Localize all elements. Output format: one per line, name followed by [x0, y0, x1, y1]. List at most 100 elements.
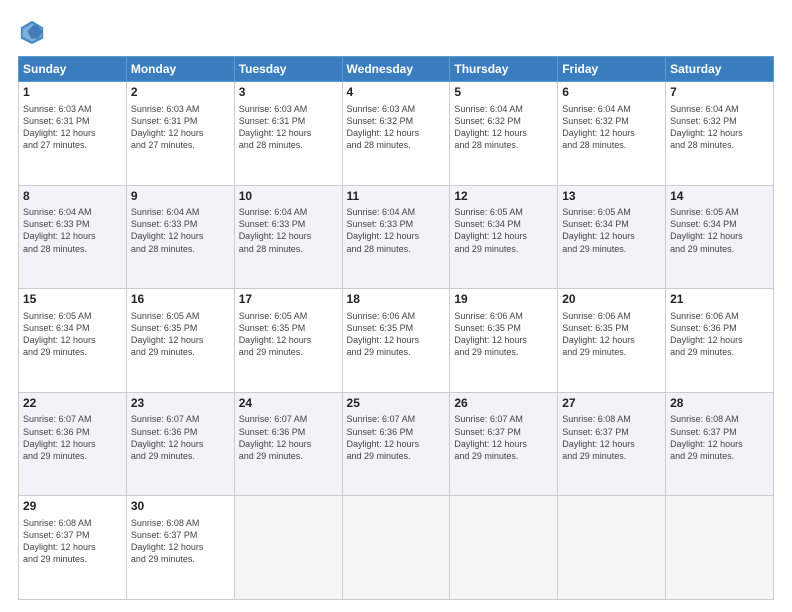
day-info: Sunrise: 6:03 AMSunset: 6:31 PMDaylight:…	[239, 103, 338, 152]
day-info: Sunrise: 6:06 AMSunset: 6:35 PMDaylight:…	[347, 310, 446, 359]
calendar-cell: 24Sunrise: 6:07 AMSunset: 6:36 PMDayligh…	[234, 392, 342, 496]
calendar-cell: 20 Sunrise: 6:06 AMSunset: 6:35 PMDayligh…	[558, 289, 666, 393]
calendar-cell: 16 Sunrise: 6:05 AMSunset: 6:35 PMDayligh…	[126, 289, 234, 393]
calendar-cell: 26Sunrise: 6:07 AMSunset: 6:37 PMDayligh…	[450, 392, 558, 496]
day-number: 18	[347, 292, 446, 308]
calendar-cell: 22Sunrise: 6:07 AMSunset: 6:36 PMDayligh…	[19, 392, 127, 496]
day-info: Sunrise: 6:07 AMSunset: 6:37 PMDaylight:…	[454, 413, 553, 462]
calendar-cell: 10Sunrise: 6:04 AMSunset: 6:33 PMDayligh…	[234, 185, 342, 289]
day-info: Sunrise: 6:05 AMSunset: 6:34 PMDaylight:…	[562, 206, 661, 255]
day-info: Sunrise: 6:04 AMSunset: 6:33 PMDaylight:…	[23, 206, 122, 255]
day-number: 17	[239, 292, 338, 308]
weekday-header-wednesday: Wednesday	[342, 57, 450, 82]
day-number: 6	[562, 85, 661, 101]
day-info: Sunrise: 6:06 AMSunset: 6:35 PMDaylight:…	[562, 310, 661, 359]
day-number: 12	[454, 189, 553, 205]
day-info: Sunrise: 6:04 AMSunset: 6:32 PMDaylight:…	[454, 103, 553, 152]
day-number: 16	[131, 292, 230, 308]
calendar-cell: 27Sunrise: 6:08 AMSunset: 6:37 PMDayligh…	[558, 392, 666, 496]
calendar-cell: 2 Sunrise: 6:03 AMSunset: 6:31 PMDaylight…	[126, 82, 234, 186]
day-number: 28	[670, 396, 769, 412]
day-number: 15	[23, 292, 122, 308]
day-number: 29	[23, 499, 122, 515]
calendar-cell: 9Sunrise: 6:04 AMSunset: 6:33 PMDaylight…	[126, 185, 234, 289]
calendar-cell: 29 Sunrise: 6:08 AMSunset: 6:37 PMDayligh…	[19, 496, 127, 600]
day-number: 25	[347, 396, 446, 412]
day-info: Sunrise: 6:08 AMSunset: 6:37 PMDaylight:…	[23, 517, 122, 566]
day-info: Sunrise: 6:05 AMSunset: 6:34 PMDaylight:…	[23, 310, 122, 359]
day-number: 5	[454, 85, 553, 101]
weekday-header-row: SundayMondayTuesdayWednesdayThursdayFrid…	[19, 57, 774, 82]
day-info: Sunrise: 6:03 AMSunset: 6:31 PMDaylight:…	[23, 103, 122, 152]
calendar-cell: 6 Sunrise: 6:04 AMSunset: 6:32 PMDaylight…	[558, 82, 666, 186]
calendar-cell: 1Sunrise: 6:03 AMSunset: 6:31 PMDaylight…	[19, 82, 127, 186]
day-number: 3	[239, 85, 338, 101]
day-number: 8	[23, 189, 122, 205]
weekday-header-thursday: Thursday	[450, 57, 558, 82]
day-number: 27	[562, 396, 661, 412]
weekday-header-friday: Friday	[558, 57, 666, 82]
day-info: Sunrise: 6:07 AMSunset: 6:36 PMDaylight:…	[347, 413, 446, 462]
day-info: Sunrise: 6:04 AMSunset: 6:32 PMDaylight:…	[670, 103, 769, 152]
day-info: Sunrise: 6:04 AMSunset: 6:33 PMDaylight:…	[347, 206, 446, 255]
day-number: 23	[131, 396, 230, 412]
week-row-4: 22 Sunrise: 6:07 AMSunset: 6:36 PMDayligh…	[19, 392, 774, 496]
calendar-cell: 4 Sunrise: 6:03 AMSunset: 6:32 PMDaylight…	[342, 82, 450, 186]
calendar-cell	[558, 496, 666, 600]
calendar-cell: 11Sunrise: 6:04 AMSunset: 6:33 PMDayligh…	[342, 185, 450, 289]
day-info: Sunrise: 6:05 AMSunset: 6:35 PMDaylight:…	[239, 310, 338, 359]
day-number: 22	[23, 396, 122, 412]
day-info: Sunrise: 6:07 AMSunset: 6:36 PMDaylight:…	[239, 413, 338, 462]
day-info: Sunrise: 6:03 AMSunset: 6:32 PMDaylight:…	[347, 103, 446, 152]
calendar-cell: 25Sunrise: 6:07 AMSunset: 6:36 PMDayligh…	[342, 392, 450, 496]
day-info: Sunrise: 6:04 AMSunset: 6:32 PMDaylight:…	[562, 103, 661, 152]
day-number: 9	[131, 189, 230, 205]
day-info: Sunrise: 6:04 AMSunset: 6:33 PMDaylight:…	[239, 206, 338, 255]
day-number: 13	[562, 189, 661, 205]
calendar-cell	[666, 496, 774, 600]
calendar-cell	[450, 496, 558, 600]
calendar-cell: 28Sunrise: 6:08 AMSunset: 6:37 PMDayligh…	[666, 392, 774, 496]
day-number: 26	[454, 396, 553, 412]
day-number: 2	[131, 85, 230, 101]
day-number: 20	[562, 292, 661, 308]
day-info: Sunrise: 6:05 AMSunset: 6:35 PMDaylight:…	[131, 310, 230, 359]
day-number: 21	[670, 292, 769, 308]
day-info: Sunrise: 6:04 AMSunset: 6:33 PMDaylight:…	[131, 206, 230, 255]
logo	[18, 18, 50, 46]
calendar-cell	[234, 496, 342, 600]
day-info: Sunrise: 6:06 AMSunset: 6:35 PMDaylight:…	[454, 310, 553, 359]
weekday-header-saturday: Saturday	[666, 57, 774, 82]
calendar-cell: 23Sunrise: 6:07 AMSunset: 6:36 PMDayligh…	[126, 392, 234, 496]
day-info: Sunrise: 6:06 AMSunset: 6:36 PMDaylight:…	[670, 310, 769, 359]
header	[18, 18, 774, 46]
day-number: 24	[239, 396, 338, 412]
week-row-5: 29 Sunrise: 6:08 AMSunset: 6:37 PMDayligh…	[19, 496, 774, 600]
calendar-cell: 21 Sunrise: 6:06 AMSunset: 6:36 PMDayligh…	[666, 289, 774, 393]
calendar-cell: 7Sunrise: 6:04 AMSunset: 6:32 PMDaylight…	[666, 82, 774, 186]
week-row-1: 1Sunrise: 6:03 AMSunset: 6:31 PMDaylight…	[19, 82, 774, 186]
calendar-cell: 17 Sunrise: 6:05 AMSunset: 6:35 PMDayligh…	[234, 289, 342, 393]
calendar-table: SundayMondayTuesdayWednesdayThursdayFrid…	[18, 56, 774, 600]
day-number: 30	[131, 499, 230, 515]
day-number: 4	[347, 85, 446, 101]
day-info: Sunrise: 6:05 AMSunset: 6:34 PMDaylight:…	[454, 206, 553, 255]
day-info: Sunrise: 6:03 AMSunset: 6:31 PMDaylight:…	[131, 103, 230, 152]
calendar-cell: 5 Sunrise: 6:04 AMSunset: 6:32 PMDaylight…	[450, 82, 558, 186]
calendar-cell: 3 Sunrise: 6:03 AMSunset: 6:31 PMDaylight…	[234, 82, 342, 186]
calendar-cell: 12Sunrise: 6:05 AMSunset: 6:34 PMDayligh…	[450, 185, 558, 289]
calendar-cell	[342, 496, 450, 600]
weekday-header-sunday: Sunday	[19, 57, 127, 82]
logo-icon	[18, 18, 46, 46]
day-number: 19	[454, 292, 553, 308]
calendar-cell: 15 Sunrise: 6:05 AMSunset: 6:34 PMDayligh…	[19, 289, 127, 393]
week-row-3: 15 Sunrise: 6:05 AMSunset: 6:34 PMDayligh…	[19, 289, 774, 393]
day-number: 14	[670, 189, 769, 205]
weekday-header-tuesday: Tuesday	[234, 57, 342, 82]
day-info: Sunrise: 6:08 AMSunset: 6:37 PMDaylight:…	[670, 413, 769, 462]
calendar-cell: 8Sunrise: 6:04 AMSunset: 6:33 PMDaylight…	[19, 185, 127, 289]
day-number: 10	[239, 189, 338, 205]
day-number: 11	[347, 189, 446, 205]
calendar-cell: 13Sunrise: 6:05 AMSunset: 6:34 PMDayligh…	[558, 185, 666, 289]
calendar-cell: 30Sunrise: 6:08 AMSunset: 6:37 PMDayligh…	[126, 496, 234, 600]
